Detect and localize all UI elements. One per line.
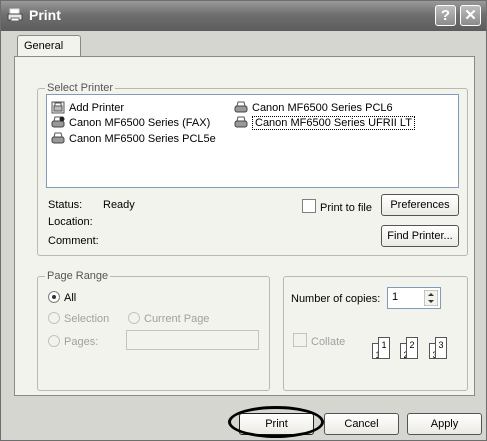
- add-printer-icon: [51, 101, 65, 114]
- radio-button: [128, 312, 140, 324]
- all-radio[interactable]: All: [48, 291, 76, 304]
- pages-input[interactable]: [126, 330, 259, 350]
- printer-list[interactable]: Add Printer Canon MF6500 Series PCL6 Can…: [46, 94, 459, 188]
- list-item[interactable]: Add Printer: [51, 101, 124, 115]
- current-page-radio[interactable]: Current Page: [128, 312, 209, 325]
- current-page-label: Current Page: [144, 313, 210, 325]
- page-icon: 3: [435, 337, 447, 359]
- printer-icon: [234, 116, 248, 128]
- find-printer-button[interactable]: Find Printer...: [381, 225, 459, 247]
- collate-checkbox[interactable]: Collate: [293, 333, 345, 348]
- window-title: Print: [29, 7, 61, 23]
- selection-label: Selection: [64, 313, 110, 325]
- copies-value: 1: [392, 291, 399, 303]
- page-icon: 1: [378, 337, 390, 359]
- all-label: All: [64, 292, 77, 304]
- close-button[interactable]: ✕: [460, 5, 481, 26]
- printer-icon: [7, 8, 23, 22]
- page-range-legend: Page Range: [45, 270, 111, 282]
- radio-button: [48, 291, 60, 303]
- help-button[interactable]: ?: [435, 5, 456, 26]
- list-item[interactable]: Canon MF6500 Series (FAX): [51, 116, 210, 130]
- select-printer-legend: Select Printer: [45, 82, 116, 94]
- printer-name: Canon MF6500 Series UFRII LT: [252, 116, 415, 130]
- apply-button[interactable]: Apply: [407, 413, 482, 435]
- print-to-file-checkbox[interactable]: Print to file: [302, 199, 372, 214]
- pages-radio[interactable]: Pages:: [48, 335, 98, 348]
- list-item[interactable]: Canon MF6500 Series PCL6: [234, 101, 393, 115]
- printer-name: Add Printer: [69, 102, 125, 114]
- highlight-circle: [228, 406, 324, 438]
- status-value: Ready: [103, 199, 135, 211]
- checkbox-box: [302, 199, 316, 213]
- comment-label: Comment:: [48, 235, 99, 247]
- status-label: Status:: [48, 199, 83, 211]
- location-label: Location:: [48, 216, 93, 228]
- list-item-selected[interactable]: Canon MF6500 Series UFRII LT: [234, 116, 415, 130]
- spin-arrows-icon[interactable]: [424, 290, 438, 306]
- number-of-copies-label: Number of copies:: [291, 293, 381, 305]
- print-to-file-label: Print to file: [320, 202, 372, 214]
- printer-icon: [51, 132, 65, 144]
- checkbox-box: [293, 333, 307, 347]
- print-dialog: Print ? ✕ General Select Printer Add Pri…: [0, 0, 487, 441]
- list-item[interactable]: Canon MF6500 Series PCL5e: [51, 132, 216, 146]
- selection-radio[interactable]: Selection: [48, 312, 109, 325]
- cancel-button[interactable]: Cancel: [324, 413, 399, 435]
- title-bar: Print ? ✕: [1, 1, 486, 31]
- page-icon: 2: [406, 337, 418, 359]
- radio-button: [48, 335, 60, 347]
- printer-icon: [234, 101, 248, 113]
- copies-stepper[interactable]: 1: [387, 287, 441, 309]
- collate-label: Collate: [311, 336, 346, 348]
- printer-name: Canon MF6500 Series PCL5e: [69, 133, 216, 145]
- printer-name: Canon MF6500 Series (FAX): [69, 117, 211, 129]
- preferences-button[interactable]: Preferences: [381, 194, 459, 216]
- printer-name: Canon MF6500 Series PCL6: [252, 102, 393, 114]
- radio-button: [48, 312, 60, 324]
- tab-general[interactable]: General: [17, 35, 81, 57]
- pages-label: Pages:: [64, 336, 99, 348]
- default-printer-icon: [51, 116, 65, 128]
